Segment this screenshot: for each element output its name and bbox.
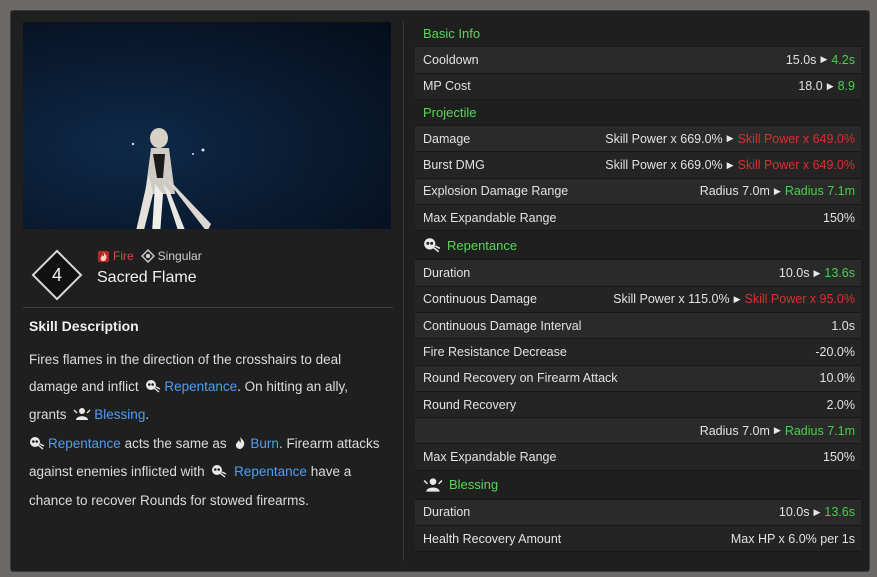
arrow-right-icon: ▶ bbox=[813, 267, 821, 278]
arrow-right-icon: ▶ bbox=[826, 80, 834, 91]
section-basic-info: Basic Info bbox=[415, 21, 861, 48]
skill-preview-video bbox=[23, 22, 391, 229]
arrow-right-icon: ▶ bbox=[733, 293, 741, 304]
arrow-right-icon: ▶ bbox=[773, 425, 781, 436]
skill-level: 4 bbox=[51, 264, 62, 285]
stat-row-radius: Radius 7.0m ▶ Radius 7.1m bbox=[415, 418, 861, 445]
burn-icon bbox=[233, 433, 247, 460]
repentance-keyword: Repentance bbox=[164, 378, 238, 394]
divider bbox=[23, 307, 393, 308]
section-projectile: Projectile bbox=[415, 99, 861, 127]
description-title: Skill Description bbox=[29, 318, 139, 334]
skill-header: 4 Fire Singular Sacred Flame bbox=[31, 249, 391, 301]
stat-row-round-recovery-firearm: Round Recovery on Firearm Attack 10.0% bbox=[415, 365, 861, 392]
skull-icon bbox=[211, 461, 227, 488]
skull-icon bbox=[424, 238, 441, 253]
fire-icon bbox=[97, 250, 110, 262]
arrow-right-icon: ▶ bbox=[773, 185, 781, 196]
stat-row-mp-cost: MP Cost 18.0 ▶ 8.9 bbox=[415, 73, 861, 100]
arrow-right-icon: ▶ bbox=[726, 159, 734, 170]
skull-icon bbox=[29, 433, 45, 460]
skull-icon bbox=[145, 376, 161, 403]
repentance-keyword: Repentance bbox=[234, 464, 307, 479]
element-tag: Fire bbox=[97, 249, 134, 263]
stat-row-damage: Damage Skill Power x 669.0% ▶ Skill Power … bbox=[415, 126, 861, 153]
blessing-icon bbox=[73, 404, 91, 431]
stat-row-blessing-duration: Duration 10.0s ▶ 13.6s bbox=[415, 499, 861, 527]
stat-row-round-recovery: Round Recovery 2.0% bbox=[415, 391, 861, 419]
stats-table: Basic Info Cooldown 15.0s ▶ 4.2s MP Cost 1… bbox=[415, 21, 861, 553]
blessing-keyword: Blessing bbox=[94, 407, 146, 422]
character-figure-image bbox=[131, 128, 211, 229]
section-repentance: Repentance bbox=[415, 231, 861, 261]
stat-row-explosion-range: Explosion Damage Range Radius 7.0m ▶ Radiu… bbox=[415, 178, 861, 206]
vertical-divider bbox=[403, 21, 404, 561]
stat-row-cooldown: Cooldown 15.0s ▶ 4.2s bbox=[415, 47, 861, 74]
arrow-right-icon: ▶ bbox=[726, 133, 734, 144]
stat-row-burst-dmg: Burst DMG Skill Power x 669.0% ▶ Skill Pow… bbox=[415, 152, 861, 179]
skill-name: Sacred Flame bbox=[97, 269, 197, 286]
blessing-icon bbox=[423, 478, 443, 492]
type-label: Singular bbox=[157, 249, 202, 263]
arrow-right-icon: ▶ bbox=[813, 506, 821, 517]
arrow-right-icon: ▶ bbox=[820, 54, 828, 65]
repentance-keyword: Repentance bbox=[48, 435, 121, 451]
type-tag: Singular bbox=[140, 249, 202, 263]
stat-row-fire-resistance: Fire Resistance Decrease -20.0% bbox=[415, 339, 861, 366]
stat-row-max-expandable-range: Max Expandable Range 150% bbox=[415, 205, 861, 232]
stat-row-max-expandable-range-2: Max Expandable Range 150% bbox=[415, 444, 861, 471]
stat-row-continuous-damage: Continuous Damage Skill Power x 115.0% ▶ S… bbox=[415, 286, 861, 313]
stat-row-repentance-duration: Duration 10.0s ▶ 13.6s bbox=[415, 260, 861, 287]
singular-icon bbox=[140, 249, 155, 263]
stat-row-health-recovery: Health Recovery Amount Max HP x 6.0% per… bbox=[415, 526, 861, 553]
skill-info-panel: 4 Fire Singular Sacred Flame Skill Descr… bbox=[10, 10, 870, 572]
skill-tags: Fire Singular bbox=[97, 249, 202, 263]
skill-description: Fires flames in the direction of the cro… bbox=[29, 352, 380, 508]
element-label: Fire bbox=[113, 249, 134, 263]
skill-overview: 4 Fire Singular Sacred Flame Skill Descr… bbox=[11, 11, 404, 571]
burn-keyword: Burn bbox=[250, 435, 279, 451]
section-blessing: Blessing bbox=[415, 470, 861, 500]
stat-row-continuous-damage-interval: Continuous Damage Interval 1.0s bbox=[415, 312, 861, 340]
